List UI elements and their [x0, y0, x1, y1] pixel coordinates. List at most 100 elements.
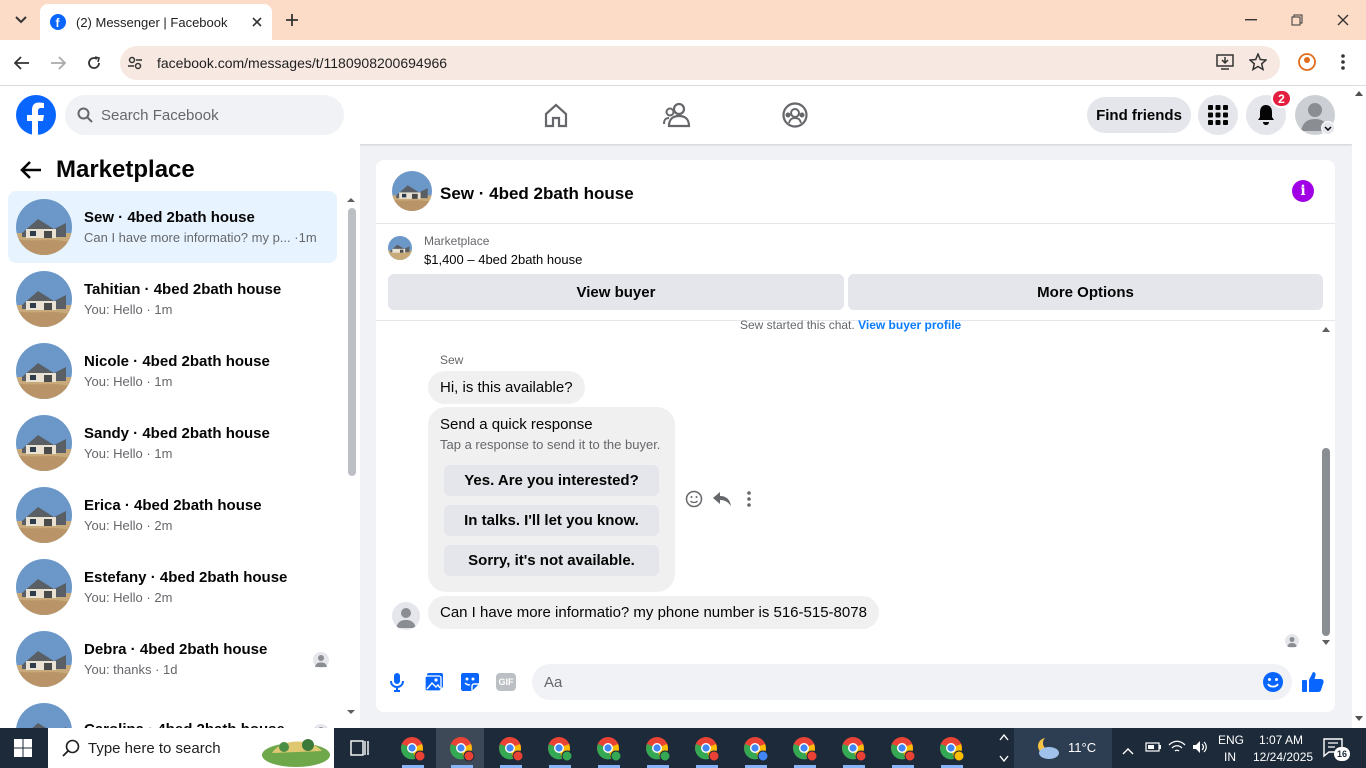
wifi-icon[interactable] [1168, 740, 1186, 759]
sidebar-conversation-item[interactable]: Tahitian · 4bed 2bath house You: Hello · … [8, 263, 337, 335]
browser-tab[interactable]: f (2) Messenger | Facebook [40, 4, 272, 40]
search-facebook-input[interactable]: Search Facebook [65, 95, 344, 135]
sidebar-conversation-item[interactable]: Debra · 4bed 2bath house You: thanks · 1d [8, 623, 337, 695]
back-icon[interactable] [7, 48, 37, 78]
conversation-name: Sandy · 4bed 2bath house [84, 425, 270, 442]
view-buyer-profile-link[interactable]: View buyer profile [858, 318, 961, 332]
seen-avatar [313, 652, 329, 668]
find-friends-button[interactable]: Find friends [1087, 97, 1191, 133]
new-tab-icon[interactable] [277, 5, 307, 35]
weather-widget[interactable] [1014, 728, 1112, 768]
profile-icon[interactable] [1298, 53, 1316, 76]
tab-title: (2) Messenger | Facebook [76, 14, 228, 30]
menu-kebab-icon[interactable] [1341, 53, 1345, 76]
forward-icon[interactable] [43, 48, 73, 78]
sender-avatar[interactable] [392, 602, 420, 630]
search-icon [77, 107, 93, 123]
chrome-taskbar-icon[interactable] [400, 736, 426, 762]
marketplace-label: Marketplace [424, 234, 490, 248]
chrome-taskbar-icon[interactable] [449, 736, 475, 762]
gif-icon[interactable]: GIF [496, 673, 516, 691]
restore-icon[interactable] [1282, 5, 1312, 35]
home-icon[interactable] [543, 102, 569, 133]
minimize-icon[interactable] [1236, 5, 1266, 35]
conversation-name: Nicole · 4bed 2bath house [84, 353, 270, 370]
chrome-taskbar-icon[interactable] [596, 736, 622, 762]
chrome-taskbar-icon[interactable] [939, 736, 965, 762]
menu-grid-button[interactable] [1198, 95, 1238, 135]
notification-count-badge: 16 [1334, 747, 1350, 761]
conversation-name: Debra · 4bed 2bath house [84, 641, 268, 658]
listing-price-title[interactable]: $1,400 – 4bed 2bath house [424, 252, 582, 267]
chat-started-notice: Sew started this chat. View buyer profil… [740, 318, 961, 332]
clock-date[interactable]: 12/24/2025 [1253, 750, 1313, 764]
attach-photo-icon[interactable] [424, 672, 444, 697]
url-input[interactable]: facebook.com/messages/t/1180908200694966 [120, 46, 1280, 80]
close-tab-icon[interactable] [252, 17, 262, 27]
sidebar-conversation-item[interactable]: Sandy · 4bed 2bath house You: Hello · 1m [8, 407, 337, 479]
bookmark-star-icon[interactable] [1248, 52, 1268, 76]
windows-start-icon[interactable] [14, 739, 32, 762]
emoji-icon[interactable] [1262, 671, 1284, 698]
language-eng[interactable]: ENG [1218, 733, 1244, 747]
message-input[interactable]: Aa [532, 664, 1292, 700]
conversation-snippet: Can I have more informatio? my p... ·1m [84, 230, 317, 245]
clock-time[interactable]: 1:07 AM [1259, 733, 1303, 747]
search-highlight-image[interactable] [260, 731, 332, 767]
sidebar-conversation-item[interactable]: Estefany · 4bed 2bath house You: Hello · … [8, 551, 337, 623]
conversation-snippet: You: Hello · 2m [84, 518, 173, 533]
show-hidden-icons-icon[interactable] [1122, 742, 1134, 760]
like-thumbs-up-icon[interactable] [1301, 670, 1325, 699]
volume-icon[interactable] [1192, 740, 1210, 759]
task-view-icon[interactable] [350, 738, 370, 763]
chrome-taskbar-icon[interactable] [645, 736, 671, 762]
back-arrow-icon[interactable] [20, 160, 42, 185]
site-info-icon[interactable] [127, 55, 143, 76]
chrome-taskbar-icon[interactable] [890, 736, 916, 762]
language-region[interactable]: IN [1224, 750, 1236, 764]
chrome-taskbar-icon[interactable] [841, 736, 867, 762]
info-icon[interactable]: i [1292, 180, 1314, 202]
quick-response-in-talks-button[interactable]: In talks. I'll let you know. [444, 505, 659, 536]
message-bubble[interactable]: Hi, is this available? [428, 371, 585, 404]
more-actions-icon[interactable] [746, 490, 752, 513]
conversation-house-thumbnail[interactable] [392, 171, 432, 211]
conversation-snippet: You: Hello · 1m [84, 446, 173, 461]
account-chevron-down-icon[interactable] [1321, 121, 1335, 135]
friends-icon[interactable] [663, 102, 691, 133]
house-thumbnail [16, 343, 72, 399]
install-app-icon[interactable] [1216, 54, 1234, 75]
quick-response-yes-button[interactable]: Yes. Are you interested? [444, 465, 659, 496]
close-window-icon[interactable] [1328, 5, 1358, 35]
groups-icon[interactable] [782, 102, 808, 133]
react-emoji-icon[interactable] [685, 490, 703, 513]
chrome-taskbar-icon[interactable] [743, 736, 769, 762]
battery-icon[interactable] [1144, 740, 1162, 759]
tab-search-icon[interactable] [6, 5, 36, 35]
page-scrollbar[interactable] [1352, 86, 1366, 728]
view-buyer-button[interactable]: View buyer [388, 274, 844, 310]
quick-response-not-available-button[interactable]: Sorry, it's not available. [444, 545, 659, 576]
chrome-taskbar-icon[interactable] [792, 736, 818, 762]
voice-clip-icon[interactable] [389, 672, 405, 697]
message-text: Hi, is this available? [440, 379, 573, 396]
reply-icon[interactable] [712, 490, 732, 513]
sidebar-conversation-item[interactable]: Sew · 4bed 2bath house Can I have more in… [8, 191, 337, 263]
chrome-taskbar-icon[interactable] [498, 736, 524, 762]
conversation-snippet: You: Hello · 1m [84, 374, 173, 389]
sidebar-conversation-item[interactable]: Nicole · 4bed 2bath house You: Hello · 1m [8, 335, 337, 407]
chat-list-scroll-thumb[interactable] [348, 208, 356, 476]
conversation-text: Tahitian · 4bed 2bath house You: Hello · … [84, 281, 324, 317]
reload-icon[interactable] [79, 48, 109, 78]
sidebar-conversation-item[interactable]: Erica · 4bed 2bath house You: Hello · 2m [8, 479, 337, 551]
conversation-scroll-thumb[interactable] [1322, 448, 1330, 636]
chrome-taskbar-icon[interactable] [694, 736, 720, 762]
more-options-button[interactable]: More Options [848, 274, 1323, 310]
facebook-logo-icon[interactable] [16, 95, 56, 140]
conversation-name: Estefany · 4bed 2bath house [84, 569, 288, 586]
message-bubble[interactable]: Can I have more informatio? my phone num… [428, 596, 879, 629]
conversation-text: Debra · 4bed 2bath house You: thanks · 1d [84, 641, 324, 677]
chrome-taskbar-icon[interactable] [547, 736, 573, 762]
taskbar-scroll-arrows[interactable] [998, 730, 1010, 768]
sticker-icon[interactable] [460, 672, 480, 697]
